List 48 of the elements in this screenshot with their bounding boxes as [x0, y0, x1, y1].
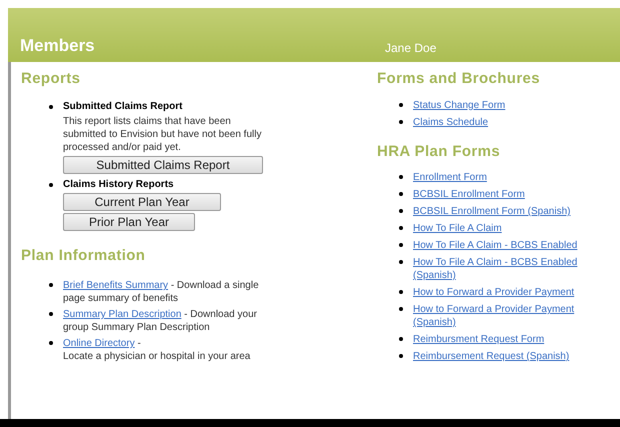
bullet-icon — [399, 260, 403, 264]
section-heading: Reports — [21, 69, 82, 89]
bullet-icon — [399, 209, 403, 213]
bullet-icon — [49, 104, 53, 108]
form-link[interactable]: Status Change Form — [413, 98, 583, 112]
form-link[interactable]: How to Forward a Provider Payment — [413, 286, 583, 299]
plan-info-text: Brief Benefits Summary - Download a single page summary of benefits — [63, 279, 260, 305]
form-link[interactable]: BCBSIL Enrollment Form (Spanish) — [413, 205, 583, 218]
form-link[interactable]: Claims Schedule — [413, 116, 583, 128]
report-button[interactable]: Current Plan Year — [63, 192, 221, 210]
bullet-icon — [399, 192, 403, 196]
report-description: This report lists claims that have been submitted to Envision but have not been fully processed and/or paid yet. — [63, 114, 262, 154]
form-link[interactable]: How To File A Claim - BCBS Enabled (Spanish) — [413, 256, 583, 282]
section-heading: HRA Plan Forms — [377, 142, 502, 162]
bullet-icon — [399, 354, 403, 358]
plan-info-detail: Locate a physician or hospital in your area — [63, 350, 252, 363]
form-link[interactable]: BCBSIL Enrollment Form — [413, 188, 583, 201]
section-heading: Plan Information — [21, 246, 146, 266]
report-title: Submitted Claims Report — [63, 100, 184, 112]
plan-link[interactable]: Online Directory — [63, 338, 135, 349]
bullet-icon — [49, 182, 53, 186]
form-link[interactable]: How to Forward a Provider Payment (Spanish) — [413, 303, 583, 329]
bullet-icon — [399, 290, 403, 294]
bullet-icon — [399, 307, 403, 311]
form-link[interactable]: How To File A Claim - BCBS Enabled — [413, 239, 583, 252]
bullet-icon — [399, 120, 403, 124]
user-name: Jane Doe — [385, 40, 436, 57]
plan-info-text: Online Directory - — [63, 337, 142, 350]
plan-link[interactable]: Summary Plan Description — [63, 309, 182, 320]
bullet-icon — [399, 243, 403, 247]
bullet-icon — [399, 337, 403, 341]
report-title: Claims History Reports — [63, 178, 175, 190]
bullet-icon — [399, 226, 403, 230]
section-heading: Forms and Brochures — [377, 69, 541, 89]
report-button[interactable]: Prior Plan Year — [63, 212, 195, 230]
form-link[interactable]: Enrollment Form — [413, 171, 583, 184]
plan-link[interactable]: Brief Benefits Summary — [63, 280, 168, 291]
plan-info-text: Summary Plan Description - Download your group Summary Plan Description — [63, 308, 258, 334]
bullet-icon — [49, 341, 53, 345]
page-title: Members — [19, 34, 96, 56]
report-button[interactable]: Submitted Claims Report — [63, 156, 263, 174]
bullet-icon — [49, 312, 53, 316]
bullet-icon — [49, 283, 53, 287]
form-link[interactable]: How To File A Claim — [413, 222, 583, 235]
form-link[interactable]: Reimbursement Request (Spanish) — [413, 350, 583, 363]
form-link[interactable]: Reimbursment Request Form — [413, 333, 583, 346]
bullet-icon — [399, 102, 403, 106]
bullet-icon — [399, 175, 403, 179]
